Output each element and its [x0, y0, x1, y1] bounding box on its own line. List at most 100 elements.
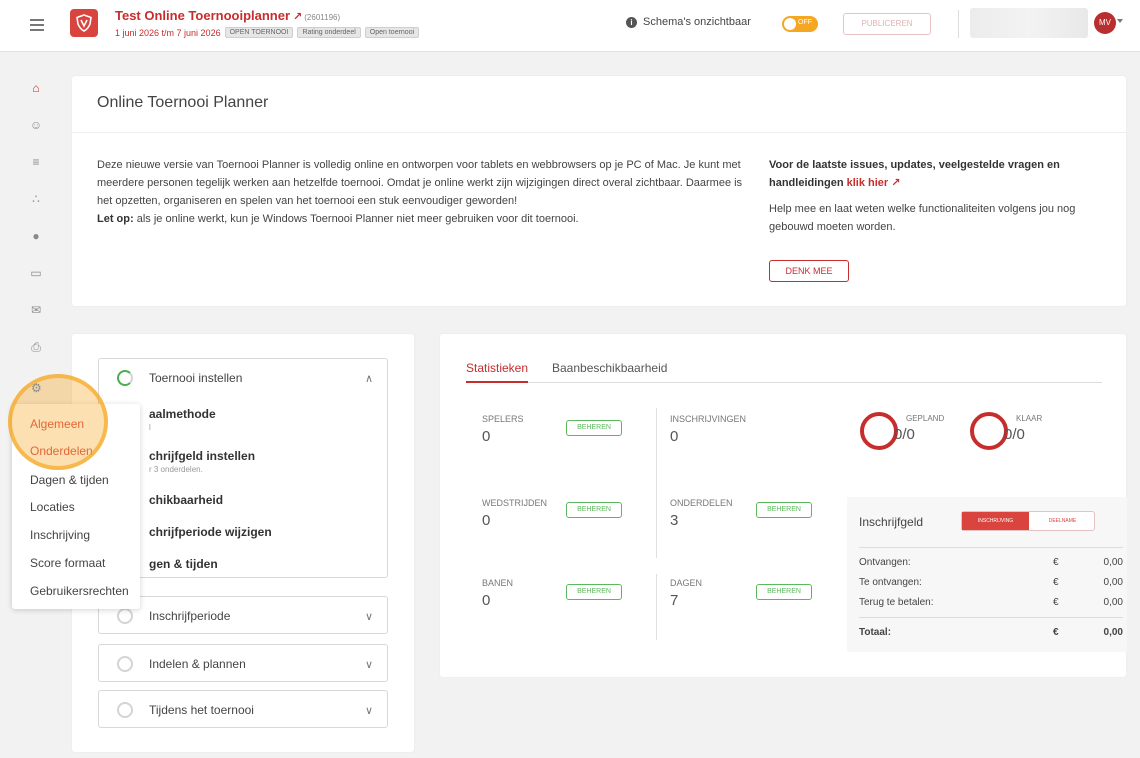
tab-baanbeschikbaarheid[interactable]: Baanbeschikbaarheid: [552, 361, 667, 381]
info-icon: i: [626, 16, 637, 28]
tree-icon[interactable]: ∴: [28, 191, 44, 207]
stat-label: SPELERS: [482, 414, 524, 424]
stat-label: ONDERDELEN: [670, 498, 733, 508]
intro-help: Voor de laatste issues, updates, veelges…: [769, 156, 1109, 236]
page-title: Online Toernooi Planner: [97, 94, 269, 111]
stat-value: 0: [482, 512, 491, 529]
inschrijfgeld-panel: Inschrijfgeld INSCHRIJVING DEELNAME Ontv…: [847, 497, 1127, 652]
stat-value: 7: [670, 592, 679, 609]
intro-paragraph: Deze nieuwe versie van Toernooi Planner …: [97, 159, 743, 207]
klaar-ring-icon: [970, 412, 1008, 450]
external-link-icon[interactable]: ↗: [293, 11, 302, 23]
beheren-button[interactable]: BEHEREN: [756, 584, 812, 600]
tournament-dates: 1 juni 2026 t/m 7 juni 2026: [115, 27, 221, 38]
progress-ring-icon: [117, 370, 133, 386]
chevron-up-icon[interactable]: ∧: [365, 372, 373, 385]
chevron-down-icon[interactable]: [1117, 19, 1123, 23]
stat-inschrijvingen: INSCHRIJVINGEN 0: [670, 414, 850, 484]
menu-item-onderdelen[interactable]: Onderdelen: [30, 444, 93, 458]
user-name-redacted: [970, 8, 1088, 38]
accordion-label: Inschrijfperiode: [149, 609, 231, 623]
menu-icon[interactable]: [30, 19, 44, 31]
menu-item-algemeen[interactable]: Algemeen: [30, 417, 84, 431]
schema-visibility-toggle[interactable]: OFF: [782, 16, 818, 32]
stat-value: 0: [670, 428, 679, 445]
tag-rating-onderdeel: Rating onderdeel: [297, 27, 361, 38]
intro-description: Deze nieuwe versie van Toernooi Planner …: [97, 156, 747, 228]
fee-row: Terug te betalen: € 0,00: [859, 597, 1123, 611]
menu-item-locaties[interactable]: Locaties: [30, 500, 75, 514]
tournament-name[interactable]: Test Online Toernooiplanner: [115, 8, 290, 23]
fee-amount: 0,00: [1103, 557, 1123, 568]
step-link[interactable]: chrijfperiode wijzigen: [149, 525, 272, 539]
toggle-state-label: OFF: [798, 19, 812, 26]
help-text: Help mee en laat weten welke functionali…: [769, 203, 1076, 233]
ball-icon[interactable]: ●: [28, 228, 44, 244]
accordion-tijdens-toernooi[interactable]: Tijdens het toernooi ∨: [98, 690, 388, 728]
accordion-label: Indelen & plannen: [149, 657, 246, 671]
tag-open: Open toernooi: [364, 27, 420, 38]
progress-ring-icon: [117, 608, 133, 624]
monitor-icon[interactable]: ▭: [28, 265, 44, 281]
denk-mee-button[interactable]: DENK MEE: [769, 260, 849, 282]
fee-currency: €: [1053, 597, 1059, 608]
beheren-button[interactable]: BEHEREN: [566, 584, 622, 600]
mail-icon[interactable]: ✉: [28, 302, 44, 318]
external-link-icon[interactable]: ↗: [891, 177, 900, 189]
divider: [958, 10, 959, 38]
users-icon[interactable]: ☺: [28, 117, 44, 133]
fee-tabs: INSCHRIJVING DEELNAME: [961, 511, 1095, 531]
avatar[interactable]: MV: [1094, 12, 1116, 34]
fee-currency: €: [1053, 627, 1059, 638]
step-link[interactable]: chikbaarheid: [149, 493, 223, 507]
fee-total-row: Totaal: € 0,00: [859, 627, 1123, 641]
app-logo: [70, 9, 98, 37]
divider: [859, 547, 1123, 548]
accordion-inschrijfperiode[interactable]: Inschrijfperiode ∨: [98, 596, 388, 634]
step-link[interactable]: aalmethode: [149, 407, 216, 421]
step-link[interactable]: chrijfgeld instellen: [149, 449, 255, 463]
chevron-down-icon[interactable]: ∨: [365, 610, 373, 623]
schema-visibility: i Schema's onzichtbaar: [626, 16, 751, 28]
tab-inschrijving[interactable]: INSCHRIJVING: [962, 512, 1029, 530]
fee-label: Ontvangen:: [859, 557, 911, 568]
fee-label: Te ontvangen:: [859, 577, 922, 588]
fee-currency: €: [1053, 557, 1059, 568]
stat-value: 3: [670, 512, 679, 529]
gepland-ring-icon: [860, 412, 898, 450]
list-icon[interactable]: ≡: [28, 154, 44, 170]
beheren-button[interactable]: BEHEREN: [756, 502, 812, 518]
schema-visibility-label: Schema's onzichtbaar: [643, 16, 751, 28]
progress-ring-icon: [117, 702, 133, 718]
klaar-label: KLAAR: [1016, 414, 1043, 423]
fee-total-amount: 0,00: [1103, 627, 1123, 638]
fee-amount: 0,00: [1103, 597, 1123, 608]
beheren-button[interactable]: BEHEREN: [566, 420, 622, 436]
publish-button[interactable]: PUBLICEREN: [843, 13, 931, 35]
accordion-indelen-plannen[interactable]: Indelen & plannen ∨: [98, 644, 388, 682]
tournament-title[interactable]: Test Online Toernooiplanner ↗ (2601196): [115, 8, 340, 23]
gear-icon[interactable]: ⚙: [31, 381, 42, 395]
tournament-subline: 1 juni 2026 t/m 7 juni 2026 OPEN TOERNOO…: [115, 27, 420, 38]
step-link[interactable]: gen & tijden: [149, 557, 218, 571]
stat-value: 0: [482, 592, 491, 609]
fee-row: Te ontvangen: € 0,00: [859, 577, 1123, 591]
tournament-id: (2601196): [304, 13, 341, 22]
menu-item-inschrijving[interactable]: Inschrijving: [30, 528, 90, 542]
print-icon[interactable]: ⎙: [28, 339, 44, 355]
chevron-down-icon[interactable]: ∨: [365, 704, 373, 717]
tab-deelname[interactable]: DEELNAME: [1029, 512, 1096, 530]
fee-label: Terug te betalen:: [859, 597, 934, 608]
menu-item-dagen-tijden[interactable]: Dagen & tijden: [30, 473, 109, 487]
tab-statistieken[interactable]: Statistieken: [466, 361, 529, 383]
accordion-header[interactable]: Toernooi instellen ∧: [99, 359, 387, 397]
beheren-button[interactable]: BEHEREN: [566, 502, 622, 518]
chevron-down-icon[interactable]: ∨: [365, 658, 373, 671]
help-heading: Voor de laatste issues, updates, veelges…: [769, 159, 1060, 189]
menu-item-gebruikersrechten[interactable]: Gebruikersrechten: [30, 584, 129, 598]
menu-item-score-formaat[interactable]: Score formaat: [30, 556, 105, 570]
help-link[interactable]: klik hier: [847, 177, 889, 189]
stat-label: INSCHRIJVINGEN: [670, 414, 747, 424]
stat-label: DAGEN: [670, 578, 703, 588]
home-icon[interactable]: ⌂: [28, 80, 44, 96]
